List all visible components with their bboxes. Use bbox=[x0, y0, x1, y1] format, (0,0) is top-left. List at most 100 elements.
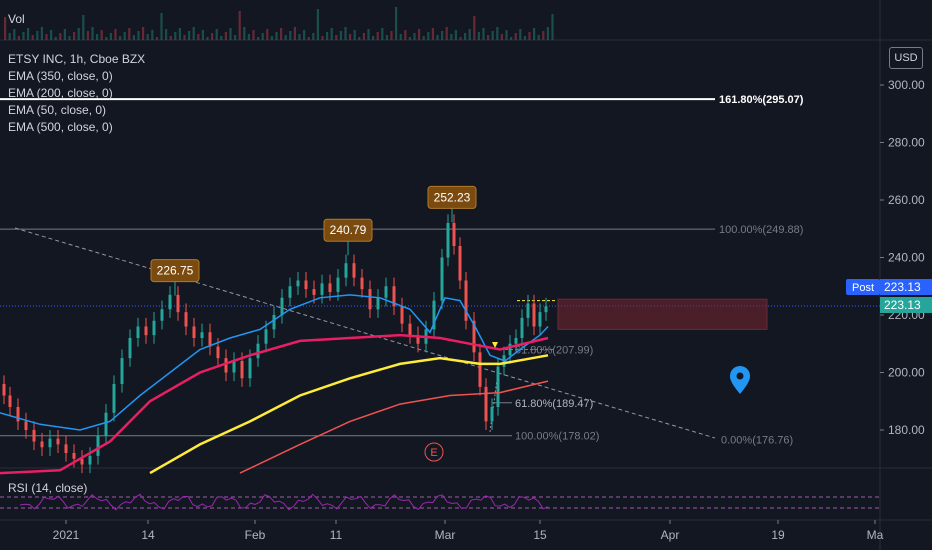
volume-bar bbox=[533, 28, 536, 40]
volume-bar bbox=[17, 36, 20, 40]
symbol-title[interactable]: ETSY INC, 1h, Cboe BZX bbox=[8, 51, 145, 68]
candle-body bbox=[280, 297, 284, 315]
candle-body bbox=[144, 326, 148, 336]
y-tick-label: 240.00 bbox=[888, 251, 925, 265]
last-price-label: 223.13 bbox=[884, 298, 921, 312]
legend-indicator[interactable]: EMA (350, close, 0) bbox=[8, 68, 145, 85]
candle-body bbox=[264, 329, 268, 344]
volume-bar bbox=[77, 28, 80, 40]
candle-body bbox=[40, 441, 44, 448]
volume-bar bbox=[468, 29, 471, 40]
rsi-panel-label: RSI (14, close) bbox=[8, 481, 88, 495]
candle-body bbox=[304, 280, 308, 290]
volume-bar bbox=[441, 31, 444, 40]
candle-body bbox=[216, 346, 220, 359]
candle-body bbox=[24, 421, 28, 430]
volume-bar bbox=[252, 30, 255, 40]
candle-body bbox=[328, 283, 332, 292]
volume-bar bbox=[146, 34, 149, 40]
x-tick-label: 15 bbox=[533, 528, 547, 542]
volume-bar bbox=[31, 35, 34, 40]
volume-bar bbox=[404, 30, 407, 40]
volume-bar bbox=[390, 31, 393, 40]
volume-bar bbox=[54, 37, 57, 40]
candle-body bbox=[48, 438, 52, 448]
volume-bar bbox=[367, 29, 370, 40]
volume-bar bbox=[385, 35, 388, 40]
chart-legend: ETSY INC, 1h, Cboe BZX EMA (350, close, … bbox=[8, 51, 145, 136]
candle-body bbox=[248, 358, 252, 379]
x-tick-label: Ma bbox=[867, 528, 884, 542]
volume-bar bbox=[528, 32, 531, 40]
candle-body bbox=[168, 294, 172, 310]
supply-zone bbox=[557, 298, 768, 330]
volume-bar bbox=[247, 34, 250, 40]
candle-body bbox=[96, 435, 100, 456]
volume-bar bbox=[151, 30, 154, 40]
volume-bar bbox=[339, 31, 342, 40]
volume-bar bbox=[169, 36, 172, 40]
volume-bar bbox=[206, 37, 209, 40]
legend-indicator[interactable]: EMA (50, close, 0) bbox=[8, 102, 145, 119]
volume-bar bbox=[68, 36, 71, 40]
volume-bar bbox=[123, 32, 126, 40]
volume-bar bbox=[344, 27, 347, 40]
fib-label: 100.00%(249.88) bbox=[719, 224, 803, 236]
candle-body bbox=[520, 317, 524, 338]
candle-body bbox=[464, 280, 468, 321]
candle-body bbox=[200, 332, 204, 338]
candle-body bbox=[526, 303, 530, 318]
volume-bar bbox=[289, 31, 292, 40]
volume-bar bbox=[408, 37, 411, 40]
volume-bar bbox=[192, 27, 195, 40]
volume-bar bbox=[349, 34, 352, 40]
candle-body bbox=[2, 384, 6, 396]
peak-label: 240.79 bbox=[330, 223, 367, 237]
volume-bar bbox=[482, 28, 485, 40]
volume-bar bbox=[109, 33, 112, 40]
volume-bar bbox=[270, 36, 273, 40]
legend-indicator[interactable]: EMA (200, close, 0) bbox=[8, 85, 145, 102]
volume-bar bbox=[82, 15, 85, 40]
volume-bar bbox=[59, 33, 62, 40]
candle-body bbox=[32, 430, 36, 442]
volume-bar bbox=[376, 32, 379, 40]
volume-bar bbox=[500, 34, 503, 40]
legend-indicator[interactable]: EMA (500, close, 0) bbox=[8, 119, 145, 136]
candle-body bbox=[120, 358, 124, 384]
candle-body bbox=[112, 384, 116, 413]
candle-body bbox=[232, 361, 236, 373]
currency-button[interactable]: USD bbox=[889, 47, 923, 69]
candle-body bbox=[400, 306, 404, 324]
volume-bar bbox=[335, 35, 338, 40]
volume-bar bbox=[174, 32, 177, 40]
volume-bar bbox=[477, 32, 480, 40]
volume-bar bbox=[86, 31, 89, 40]
volume-bar bbox=[510, 37, 513, 40]
volume-bar bbox=[312, 33, 315, 40]
volume-bar bbox=[8, 33, 11, 40]
volume-bar bbox=[229, 28, 232, 40]
volume-bar bbox=[473, 16, 476, 40]
volume-bar bbox=[22, 32, 25, 40]
candle-body bbox=[104, 412, 108, 436]
volume-bar bbox=[128, 28, 131, 40]
candle-body bbox=[478, 352, 482, 387]
fib-label: 0.00%(176.76) bbox=[721, 434, 793, 446]
x-tick-label: Feb bbox=[245, 528, 266, 542]
volume-bar bbox=[395, 7, 398, 40]
x-tick-label: 19 bbox=[771, 528, 785, 542]
volume-bar bbox=[142, 27, 145, 40]
volume-bar bbox=[211, 33, 214, 40]
fib-label: 61.80%(207.99) bbox=[515, 345, 593, 357]
post-badge-label: Post bbox=[852, 282, 874, 294]
volume-bar bbox=[326, 32, 329, 40]
candle-body bbox=[160, 309, 164, 321]
volume-bar bbox=[275, 32, 278, 40]
volume-bar bbox=[537, 35, 540, 40]
volume-bar bbox=[418, 29, 421, 40]
candle-body bbox=[452, 223, 456, 246]
x-tick-label: Apr bbox=[661, 528, 680, 542]
volume-bar bbox=[188, 31, 191, 40]
candle-body bbox=[224, 358, 228, 373]
